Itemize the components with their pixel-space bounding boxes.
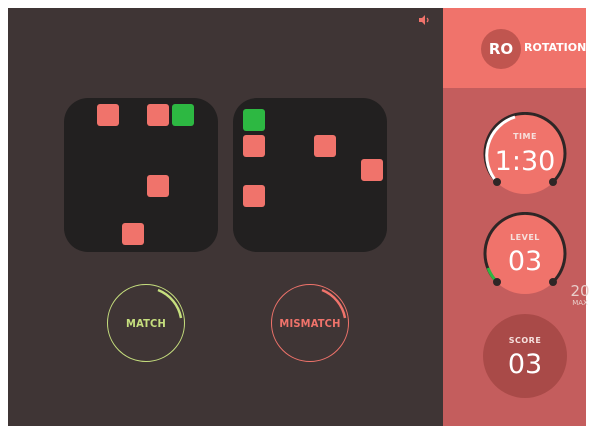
time-dial: TIME 1:30 xyxy=(483,112,567,196)
app-title: ROTATIONS xyxy=(524,41,594,54)
left-grid xyxy=(64,98,218,252)
score-label: SCORE xyxy=(508,336,542,345)
level-value: 03 xyxy=(507,246,543,277)
right-red-tile xyxy=(361,159,383,181)
match-button[interactable]: MATCH xyxy=(107,284,185,362)
left-green-tile xyxy=(172,104,194,126)
right-red-tile xyxy=(243,135,265,157)
left-red-tile xyxy=(147,104,169,126)
sidebar: RO ROTATIONS TIME 1:30 LEVEL 03 20 MAX S… xyxy=(443,8,594,426)
right-grid xyxy=(233,98,387,252)
game-screen: MATCH MISMATCH RO ROTATIONS TIME 1:30 LE… xyxy=(8,8,594,426)
score-value: 03 xyxy=(507,349,543,380)
mismatch-label: MISMATCH xyxy=(279,316,341,330)
level-dial: LEVEL 03 xyxy=(483,212,567,296)
mismatch-button[interactable]: MISMATCH xyxy=(271,284,349,362)
speaker-icon[interactable] xyxy=(419,15,431,25)
time-value: 1:30 xyxy=(494,146,556,177)
right-red-tile xyxy=(314,135,336,157)
level-max-value: 20 xyxy=(570,282,590,300)
left-red-tile xyxy=(97,104,119,126)
game-board: MATCH MISMATCH xyxy=(8,8,443,426)
sidebar-header: RO ROTATIONS xyxy=(443,8,594,88)
score-dial: SCORE 03 xyxy=(483,314,567,398)
right-red-tile xyxy=(243,185,265,207)
level-max-label: MAX xyxy=(572,299,588,307)
right-green-tile xyxy=(243,109,265,131)
time-label: TIME xyxy=(513,132,537,141)
level-label: LEVEL xyxy=(510,233,540,242)
left-red-tile xyxy=(147,175,169,197)
app-badge: RO xyxy=(481,29,521,69)
left-red-tile xyxy=(122,223,144,245)
match-label: MATCH xyxy=(126,316,166,330)
level-max: 20 MAX xyxy=(567,282,593,308)
